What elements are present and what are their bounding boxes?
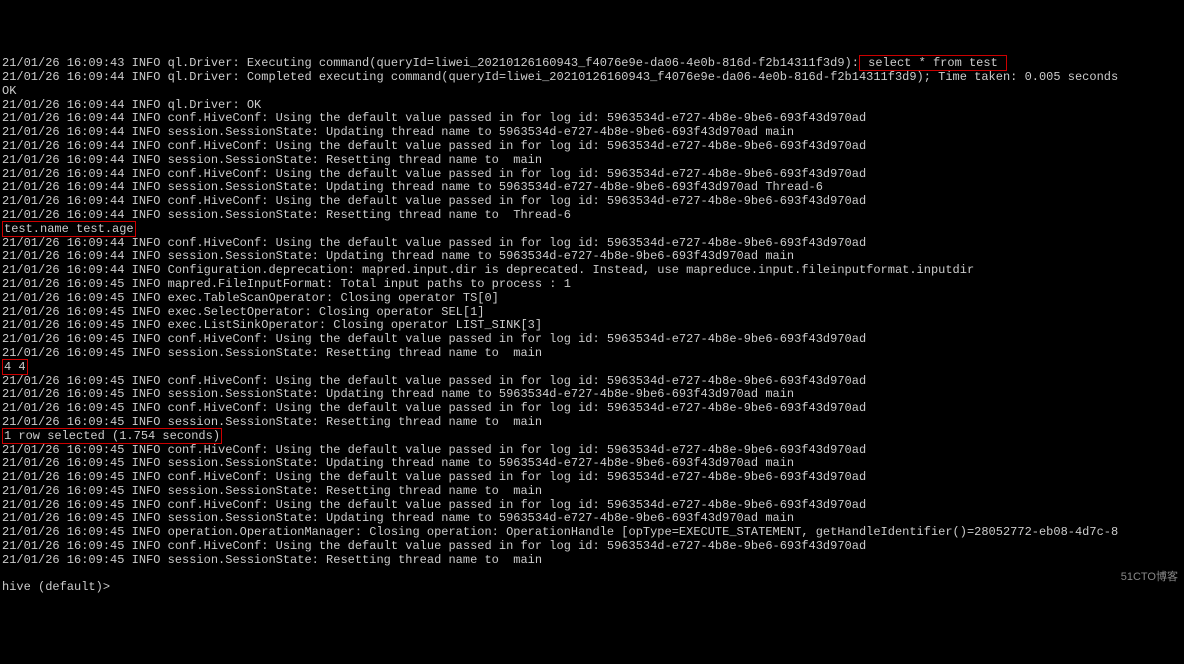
log-line: 21/01/26 16:09:44 INFO session.SessionSt… bbox=[2, 154, 1182, 168]
log-line: 21/01/26 16:09:44 INFO session.SessionSt… bbox=[2, 126, 1182, 140]
log-line: 21/01/26 16:09:45 INFO session.SessionSt… bbox=[2, 388, 1182, 402]
terminal-output: 21/01/26 16:09:43 INFO ql.Driver: Execut… bbox=[2, 57, 1182, 567]
log-line: 21/01/26 16:09:45 INFO conf.HiveConf: Us… bbox=[2, 540, 1182, 554]
log-line: 21/01/26 16:09:44 INFO conf.HiveConf: Us… bbox=[2, 237, 1182, 251]
log-line: 21/01/26 16:09:45 INFO conf.HiveConf: Us… bbox=[2, 471, 1182, 485]
highlighted-query: select * from test bbox=[859, 55, 1007, 71]
log-line: 21/01/26 16:09:44 INFO conf.HiveConf: Us… bbox=[2, 168, 1182, 182]
log-line: 21/01/26 16:09:44 INFO ql.Driver: Comple… bbox=[2, 71, 1182, 85]
log-line: 21/01/26 16:09:44 INFO session.SessionSt… bbox=[2, 250, 1182, 264]
log-line: 21/01/26 16:09:45 INFO conf.HiveConf: Us… bbox=[2, 499, 1182, 513]
log-line: 21/01/26 16:09:43 INFO ql.Driver: Execut… bbox=[2, 57, 1182, 71]
log-line: 21/01/26 16:09:44 INFO session.SessionSt… bbox=[2, 209, 1182, 223]
log-line: 21/01/26 16:09:44 INFO conf.HiveConf: Us… bbox=[2, 112, 1182, 126]
highlighted-output: test.name test.age bbox=[2, 221, 136, 237]
log-line: 21/01/26 16:09:45 INFO session.SessionSt… bbox=[2, 554, 1182, 568]
log-line: 21/01/26 16:09:45 INFO conf.HiveConf: Us… bbox=[2, 375, 1182, 389]
log-line: 21/01/26 16:09:45 INFO exec.SelectOperat… bbox=[2, 306, 1182, 320]
log-line: 21/01/26 16:09:45 INFO mapred.FileInputF… bbox=[2, 278, 1182, 292]
log-line: 21/01/26 16:09:44 INFO conf.HiveConf: Us… bbox=[2, 195, 1182, 209]
log-line: 21/01/26 16:09:45 INFO operation.Operati… bbox=[2, 526, 1182, 540]
log-line: 1 row selected (1.754 seconds) bbox=[2, 430, 1182, 444]
log-line: 21/01/26 16:09:45 INFO conf.HiveConf: Us… bbox=[2, 402, 1182, 416]
log-line: 21/01/26 16:09:45 INFO session.SessionSt… bbox=[2, 485, 1182, 499]
log-line: 21/01/26 16:09:45 INFO exec.TableScanOpe… bbox=[2, 292, 1182, 306]
log-line: 21/01/26 16:09:44 INFO ql.Driver: OK bbox=[2, 99, 1182, 113]
log-line: 21/01/26 16:09:45 INFO session.SessionSt… bbox=[2, 512, 1182, 526]
log-line: 21/01/26 16:09:44 INFO session.SessionSt… bbox=[2, 181, 1182, 195]
log-line: OK bbox=[2, 85, 1182, 99]
highlighted-output: 4 4 bbox=[2, 359, 28, 375]
watermark: 51CTO博客 bbox=[1121, 571, 1178, 584]
log-line: 21/01/26 16:09:45 INFO exec.ListSinkOper… bbox=[2, 319, 1182, 333]
log-line: 21/01/26 16:09:45 INFO session.SessionSt… bbox=[2, 457, 1182, 471]
log-line: 21/01/26 16:09:45 INFO conf.HiveConf: Us… bbox=[2, 444, 1182, 458]
highlighted-output: 1 row selected (1.754 seconds) bbox=[2, 428, 222, 444]
log-line: 21/01/26 16:09:44 INFO conf.HiveConf: Us… bbox=[2, 140, 1182, 154]
log-line: test.name test.age bbox=[2, 223, 1182, 237]
log-line: 4 4 bbox=[2, 361, 1182, 375]
log-line: 21/01/26 16:09:45 INFO conf.HiveConf: Us… bbox=[2, 333, 1182, 347]
log-line: 21/01/26 16:09:45 INFO session.SessionSt… bbox=[2, 347, 1182, 361]
hive-prompt[interactable]: hive (default)> bbox=[2, 580, 110, 594]
log-line: 21/01/26 16:09:44 INFO Configuration.dep… bbox=[2, 264, 1182, 278]
